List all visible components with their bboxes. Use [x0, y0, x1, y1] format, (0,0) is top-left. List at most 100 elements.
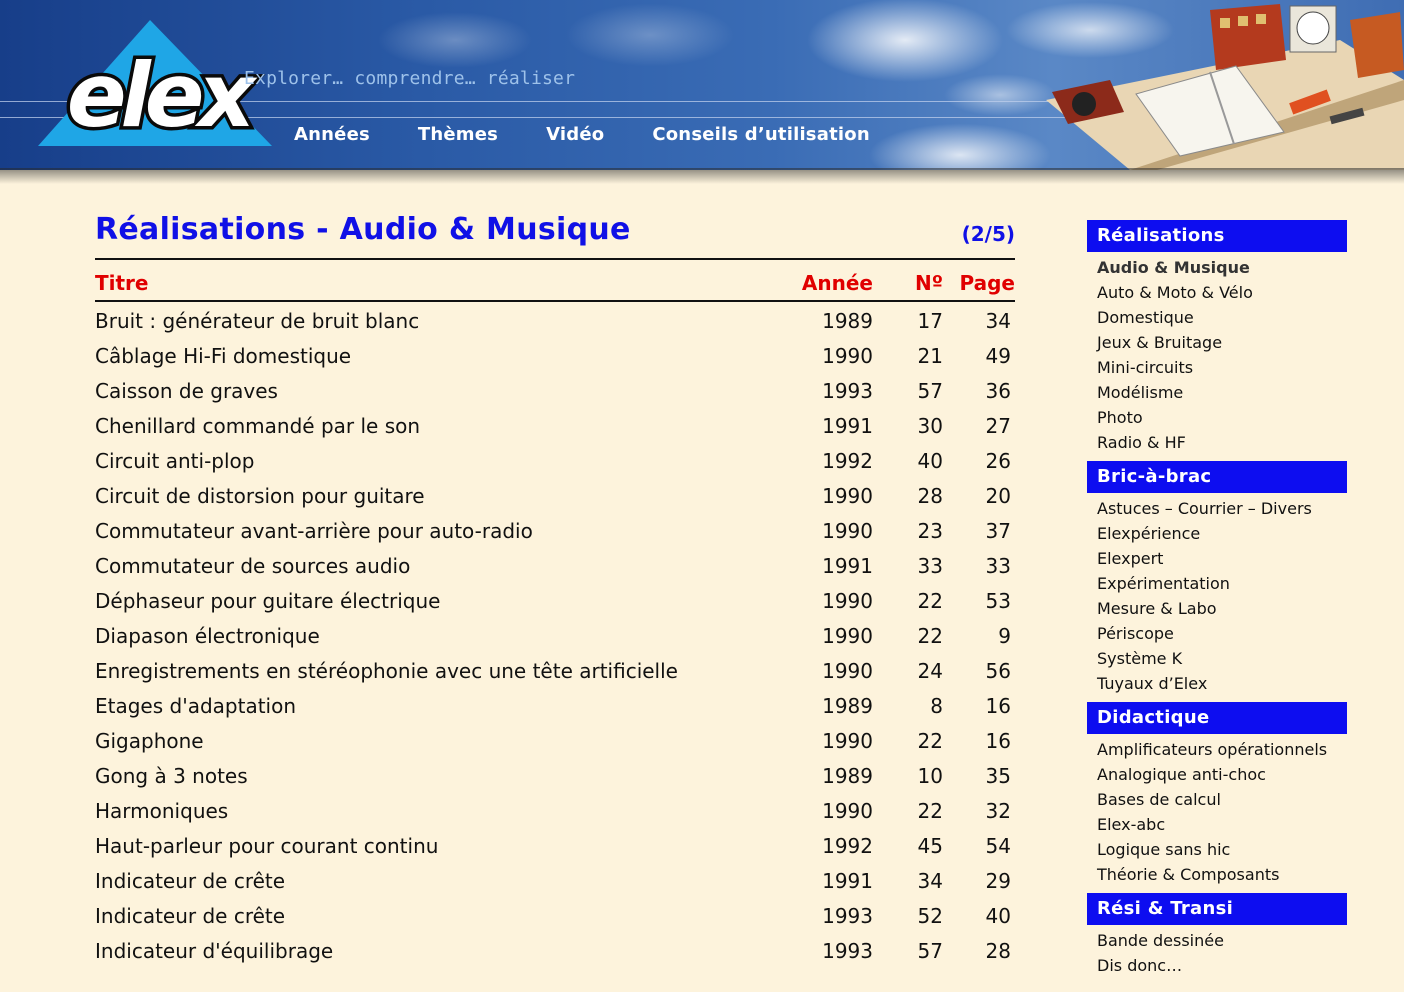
table-row[interactable]: Chenillard commandé par le son 1991 30 27	[95, 411, 1015, 446]
sidebar-list: Amplificateurs opérationnels Analogique a…	[1087, 734, 1347, 893]
page-title: Réalisations - Audio & Musique	[95, 212, 631, 247]
sidebar-item[interactable]: Radio & HF	[1097, 430, 1347, 455]
row-title: Déphaseur pour guitare électrique	[95, 589, 441, 613]
table-row[interactable]: Circuit de distorsion pour guitare 1990 28…	[95, 481, 1015, 516]
sidebar-item[interactable]: Amplificateurs opérationnels	[1097, 737, 1347, 762]
table-row[interactable]: Déphaseur pour guitare électrique 1990 22 5…	[95, 586, 1015, 621]
sidebar-item[interactable]: Modélisme	[1097, 380, 1347, 405]
table-row[interactable]: Bruit : générateur de bruit blanc 1989 17 3…	[95, 306, 1015, 341]
sidebar-item[interactable]: Auto & Moto & Vélo	[1097, 280, 1347, 305]
col-head-page[interactable]: Page	[960, 271, 1016, 295]
sidebar-item[interactable]: Bande dessinée	[1097, 928, 1347, 953]
sidebar-item[interactable]: Bases de calcul	[1097, 787, 1347, 812]
row-year: 1989	[822, 764, 873, 788]
table-row[interactable]: Haut-parleur pour courant continu 1992 45 5…	[95, 831, 1015, 866]
sidebar-item[interactable]: Logique sans hic	[1097, 837, 1347, 862]
table-row[interactable]: Gong à 3 notes 1989 10 35	[95, 761, 1015, 796]
sidebar-item[interactable]: Elex-abc	[1097, 812, 1347, 837]
sidebar-item[interactable]: Système K	[1097, 646, 1347, 671]
row-page: 53	[985, 589, 1011, 613]
table-row[interactable]: Câblage Hi-Fi domestique 1990 21 49	[95, 341, 1015, 376]
row-number: 52	[917, 904, 943, 928]
col-head-title[interactable]: Titre	[95, 271, 149, 295]
table-row[interactable]: Gigaphone 1990 22 16	[95, 726, 1015, 761]
nav-conseils[interactable]: Conseils d’utilisation	[652, 124, 870, 145]
header-shadow	[0, 168, 1404, 184]
row-page: 56	[985, 659, 1011, 683]
divider-header	[95, 300, 1015, 302]
row-number: 22	[917, 799, 943, 823]
sidebar-item[interactable]: Périscope	[1097, 621, 1347, 646]
table-row[interactable]: Etages d'adaptation 1989 8 16	[95, 691, 1015, 726]
logo-text: elex	[67, 44, 259, 147]
sidebar-item[interactable]: Elexpert	[1097, 546, 1347, 571]
col-head-year[interactable]: Année	[802, 271, 873, 295]
sidebar-item[interactable]: Dis donc…	[1097, 953, 1347, 978]
sidebar-item[interactable]: Analogique anti-choc	[1097, 762, 1347, 787]
sidebar-section-header[interactable]: Réalisations	[1087, 220, 1347, 252]
row-number: 22	[917, 624, 943, 648]
row-number: 33	[917, 554, 943, 578]
row-page: 34	[985, 309, 1011, 333]
row-number: 23	[917, 519, 943, 543]
row-title: Diapason électronique	[95, 624, 320, 648]
sidebar-item[interactable]: Expérimentation	[1097, 571, 1347, 596]
row-year: 1990	[822, 344, 873, 368]
row-page: 27	[985, 414, 1011, 438]
table-row[interactable]: Commutateur de sources audio 1991 33 33	[95, 551, 1015, 586]
sidebar-item[interactable]: Audio & Musique	[1097, 255, 1347, 280]
table-row[interactable]: Commutateur avant-arrière pour auto-radi…	[95, 516, 1015, 551]
table-row[interactable]: Indicateur d'équilibrage 1993 57 28	[95, 936, 1015, 971]
row-year: 1989	[822, 309, 873, 333]
row-title: Commutateur avant-arrière pour auto-radi…	[95, 519, 533, 543]
row-title: Chenillard commandé par le son	[95, 414, 421, 438]
sidebar-section-header[interactable]: Bric-à-brac	[1087, 461, 1347, 493]
table-row[interactable]: Harmoniques 1990 22 32	[95, 796, 1015, 831]
row-title: Circuit de distorsion pour guitare	[95, 484, 425, 508]
row-page: 54	[985, 834, 1011, 858]
col-head-no[interactable]: Nº	[915, 271, 943, 295]
row-title: Indicateur d'équilibrage	[95, 939, 334, 963]
row-number: 57	[917, 379, 943, 403]
elex-logo[interactable]: elex	[36, 18, 276, 150]
row-title: Caisson de graves	[95, 379, 278, 403]
row-year: 1993	[822, 379, 873, 403]
nav-annees[interactable]: Années	[294, 124, 370, 145]
sidebar-item[interactable]: Jeux & Bruitage	[1097, 330, 1347, 355]
category-sidebar: Réalisations Audio & Musique Auto & Moto &…	[1087, 220, 1347, 984]
table-row[interactable]: Diapason électronique 1990 22 9	[95, 621, 1015, 656]
table-row[interactable]: Indicateur de crête 1993 52 40	[95, 901, 1015, 936]
sidebar-item[interactable]: Théorie & Composants	[1097, 862, 1347, 887]
sidebar-item[interactable]: Domestique	[1097, 305, 1347, 330]
table-row[interactable]: Caisson de graves 1993 57 36	[95, 376, 1015, 411]
row-number: 57	[917, 939, 943, 963]
table-row[interactable]: Indicateur de crête 1991 34 29	[95, 866, 1015, 901]
row-number: 28	[917, 484, 943, 508]
sidebar-item[interactable]: Astuces – Courrier – Divers	[1097, 496, 1347, 521]
sidebar-item[interactable]: Tuyaux d’Elex	[1097, 671, 1347, 696]
page-counter[interactable]: (2/5)	[962, 222, 1015, 246]
sidebar-section-header[interactable]: Didactique	[1087, 702, 1347, 734]
table-row[interactable]: Circuit anti-plop 1992 40 26	[95, 446, 1015, 481]
nav-themes[interactable]: Thèmes	[418, 124, 498, 145]
table-row[interactable]: Enregistrements en stéréophonie avec une…	[95, 656, 1015, 691]
sidebar-section-header[interactable]: Rési & Transi	[1087, 893, 1347, 925]
sidebar-item[interactable]: Photo	[1097, 405, 1347, 430]
row-year: 1989	[822, 694, 873, 718]
row-number: 10	[917, 764, 943, 788]
row-page: 9	[998, 624, 1011, 648]
row-title: Indicateur de crête	[95, 904, 286, 928]
row-year: 1991	[822, 869, 873, 893]
row-year: 1990	[822, 484, 873, 508]
sidebar-item[interactable]: Elexpérience	[1097, 521, 1347, 546]
row-title: Haut-parleur pour courant continu	[95, 834, 439, 858]
nav-video[interactable]: Vidéo	[546, 124, 604, 145]
row-number: 24	[917, 659, 943, 683]
row-number: 22	[917, 589, 943, 613]
sidebar-item[interactable]: Mesure & Labo	[1097, 596, 1347, 621]
row-page: 29	[985, 869, 1011, 893]
tagline: Explorer… comprendre… réaliser	[244, 68, 576, 89]
sidebar-item[interactable]: Mini-circuits	[1097, 355, 1347, 380]
row-title: Gong à 3 notes	[95, 764, 248, 788]
row-page: 33	[985, 554, 1011, 578]
